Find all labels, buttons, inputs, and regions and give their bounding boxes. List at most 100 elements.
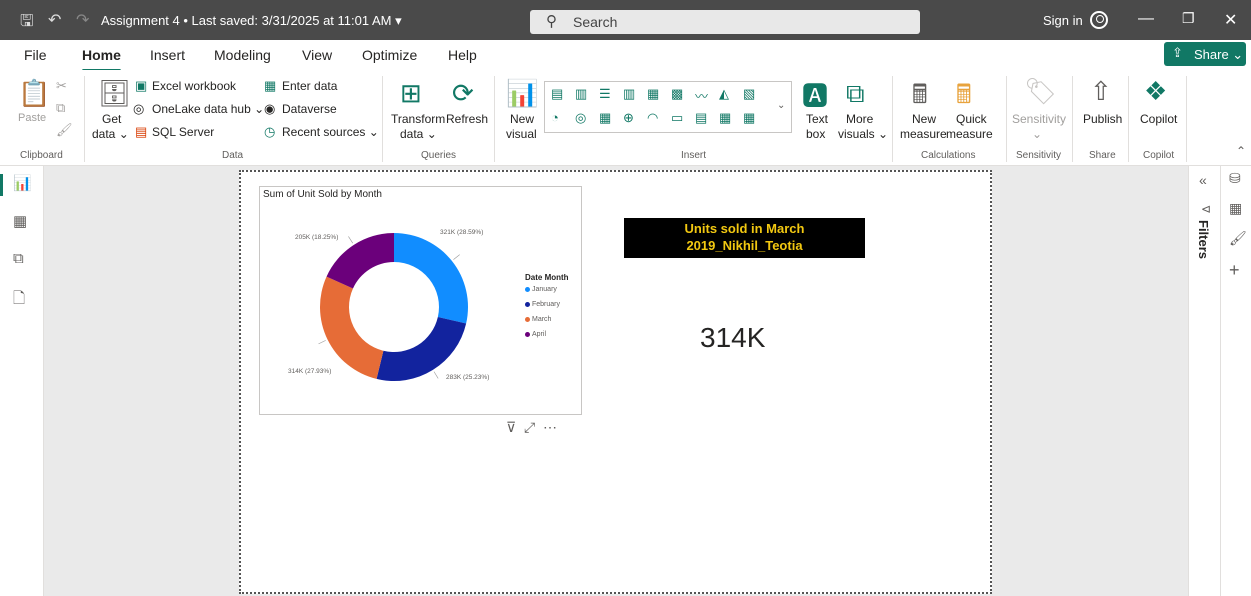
document-title[interactable]: Assignment 4 • Last saved: 3/31/2025 at … [101,13,402,29]
undo-icon[interactable]: ↶ [48,10,61,30]
chevron-down-icon[interactable]: ⌄ [777,100,785,111]
share-icon: ⇪ [1172,45,1183,60]
sensitivity-button[interactable]: Sensitivity [1012,112,1066,126]
area-chart-icon[interactable]: ◭ [719,86,729,102]
gauge-icon[interactable]: ◠ [647,110,658,126]
minimize-icon[interactable]: — [1138,10,1154,28]
legend-item[interactable]: April [525,331,546,338]
quick-measure-button[interactable]: Quick [956,112,987,126]
map-icon[interactable]: ⊕ [623,110,634,126]
cut-icon[interactable]: ✂ [56,78,67,94]
copy-icon[interactable]: ⧉ [56,100,65,116]
search-input[interactable]: ⚲ Search [530,10,920,34]
recent-sources-button[interactable]: Recent sources ⌄ [282,125,379,139]
refresh-button[interactable]: Refresh [446,112,488,126]
stacked-column-icon[interactable]: ▥ [575,86,587,102]
donut-slice-january[interactable] [394,233,468,324]
group-label-copilot: Copilot [1143,150,1175,161]
enter-data-button[interactable]: Enter data [282,79,337,93]
sign-in-link[interactable]: Sign in [1043,13,1083,28]
more-options-icon[interactable]: ⋯ [543,419,557,435]
add-pane-icon[interactable]: + [1229,260,1240,281]
menu-modeling[interactable]: Modeling [214,47,271,63]
restore-icon[interactable]: ❐ [1182,10,1195,27]
redo-icon[interactable]: ↷ [76,10,89,30]
ribbon-chart-icon[interactable]: ▩ [671,86,683,102]
filters-pane[interactable]: « ⊲ Filters [1188,166,1220,596]
treemap-icon[interactable]: ▦ [599,110,611,126]
text-box-label[interactable]: box [806,127,825,141]
waterfall-icon[interactable]: ▧ [743,86,755,102]
new-visual-button[interactable]: New [510,112,534,126]
table-visual-icon[interactable]: ▦ [719,110,731,126]
more-visuals-dropdown[interactable]: visuals ⌄ [838,127,888,141]
card-icon[interactable]: ▭ [671,110,683,126]
leader-line [433,371,439,379]
more-visuals-button[interactable]: More [846,112,873,126]
new-measure-button[interactable]: New [912,112,936,126]
table-view-icon[interactable]: ▦ [13,212,27,230]
format-pane-icon[interactable]: 🖌 [1229,230,1247,247]
save-icon[interactable]: 🖫 [20,10,34,37]
donut-chart-visual[interactable]: Sum of Unit Sold by Month 321K (28.59%) 2… [259,186,582,415]
combo-chart-icon[interactable]: ▦ [647,86,659,102]
more-visuals-icon: ⧉ [846,78,865,108]
publish-button[interactable]: Publish [1083,112,1122,126]
title-text-box[interactable]: Units sold in March 2019_Nikhil_Teotia [624,218,865,258]
excel-workbook-button[interactable]: Excel workbook [152,79,236,93]
clustered-bar-icon[interactable]: ☰ [599,86,611,102]
quick-measure-label[interactable]: measure [946,127,993,141]
stacked-bar-icon[interactable]: ▤ [551,86,563,102]
menu-view[interactable]: View [302,47,332,63]
menu-insert[interactable]: Insert [150,47,185,63]
dax-query-view-icon[interactable]: 🗋 [13,288,25,313]
focus-mode-icon[interactable]: ⤢ [524,419,535,435]
kpi-icon[interactable]: ▤ [695,110,707,126]
leader-line [453,254,460,260]
onelake-button[interactable]: OneLake data hub ⌄ [152,102,264,116]
paste-button[interactable]: Paste [18,112,46,124]
donut-slice-march[interactable] [320,276,384,379]
dataverse-button[interactable]: Dataverse [282,102,337,116]
visualizations-pane-icon[interactable]: ▦ [1229,200,1242,217]
get-data-dropdown[interactable]: data ⌄ [92,127,129,141]
donut-chart-icon[interactable]: ◎ [575,110,586,126]
new-measure-label[interactable]: measure [900,127,947,141]
expand-pane-icon[interactable]: « [1199,172,1207,188]
menu-optimize[interactable]: Optimize [362,47,417,63]
format-painter-icon[interactable]: 🖌 [56,122,73,138]
pie-chart-icon[interactable]: ◔ [551,110,559,125]
menu-file[interactable]: File [24,47,47,63]
menu-help[interactable]: Help [448,47,477,63]
filter-icon[interactable]: ⊽ [506,419,516,435]
donut-slice-february[interactable] [376,317,467,381]
report-view-icon[interactable]: 📊 [13,174,32,192]
transform-data-button[interactable]: Transform [391,112,445,126]
get-data-button[interactable]: Get [102,112,121,126]
refresh-icon: ⟳ [452,78,474,108]
model-view-icon[interactable]: ⧉ [13,250,24,267]
sensitivity-dropdown[interactable]: ⌄ [1032,127,1042,141]
share-button[interactable]: ⇪ Share ⌄ [1164,42,1246,66]
legend-item[interactable]: February [525,301,560,308]
visual-gallery[interactable]: ▤ ▥ ☰ ▥ ▦ ▩ 〰 ◭ ▧ ◔ ◎ ▦ ⊕ ◠ ▭ ▤ ▦ ▦ ⌄ [544,81,792,133]
avatar-icon[interactable] [1090,11,1108,29]
menu-bar: File Home Insert Modeling View Optimize … [0,40,1251,72]
copilot-button[interactable]: Copilot [1140,112,1177,126]
donut-slice-april[interactable] [326,233,394,289]
data-pane-icon[interactable]: ⛁ [1229,170,1241,187]
text-box-button[interactable]: Text [806,112,828,126]
sql-server-button[interactable]: SQL Server [152,125,214,139]
close-icon[interactable]: ✕ [1224,10,1237,30]
collapse-ribbon-icon[interactable]: ⌃ [1236,144,1246,158]
filter-icon: ⊲ [1201,202,1212,216]
legend-item[interactable]: March [525,316,551,323]
legend-item[interactable]: January [525,286,557,293]
matrix-icon[interactable]: ▦ [743,110,755,126]
menu-home[interactable]: Home [82,47,121,72]
line-chart-icon[interactable]: 〰 [695,86,708,105]
transform-data-dropdown[interactable]: data ⌄ [400,127,437,141]
card-value[interactable]: 314K [700,322,765,354]
clustered-column-icon[interactable]: ▥ [623,86,635,102]
new-visual-label[interactable]: visual [506,127,537,141]
